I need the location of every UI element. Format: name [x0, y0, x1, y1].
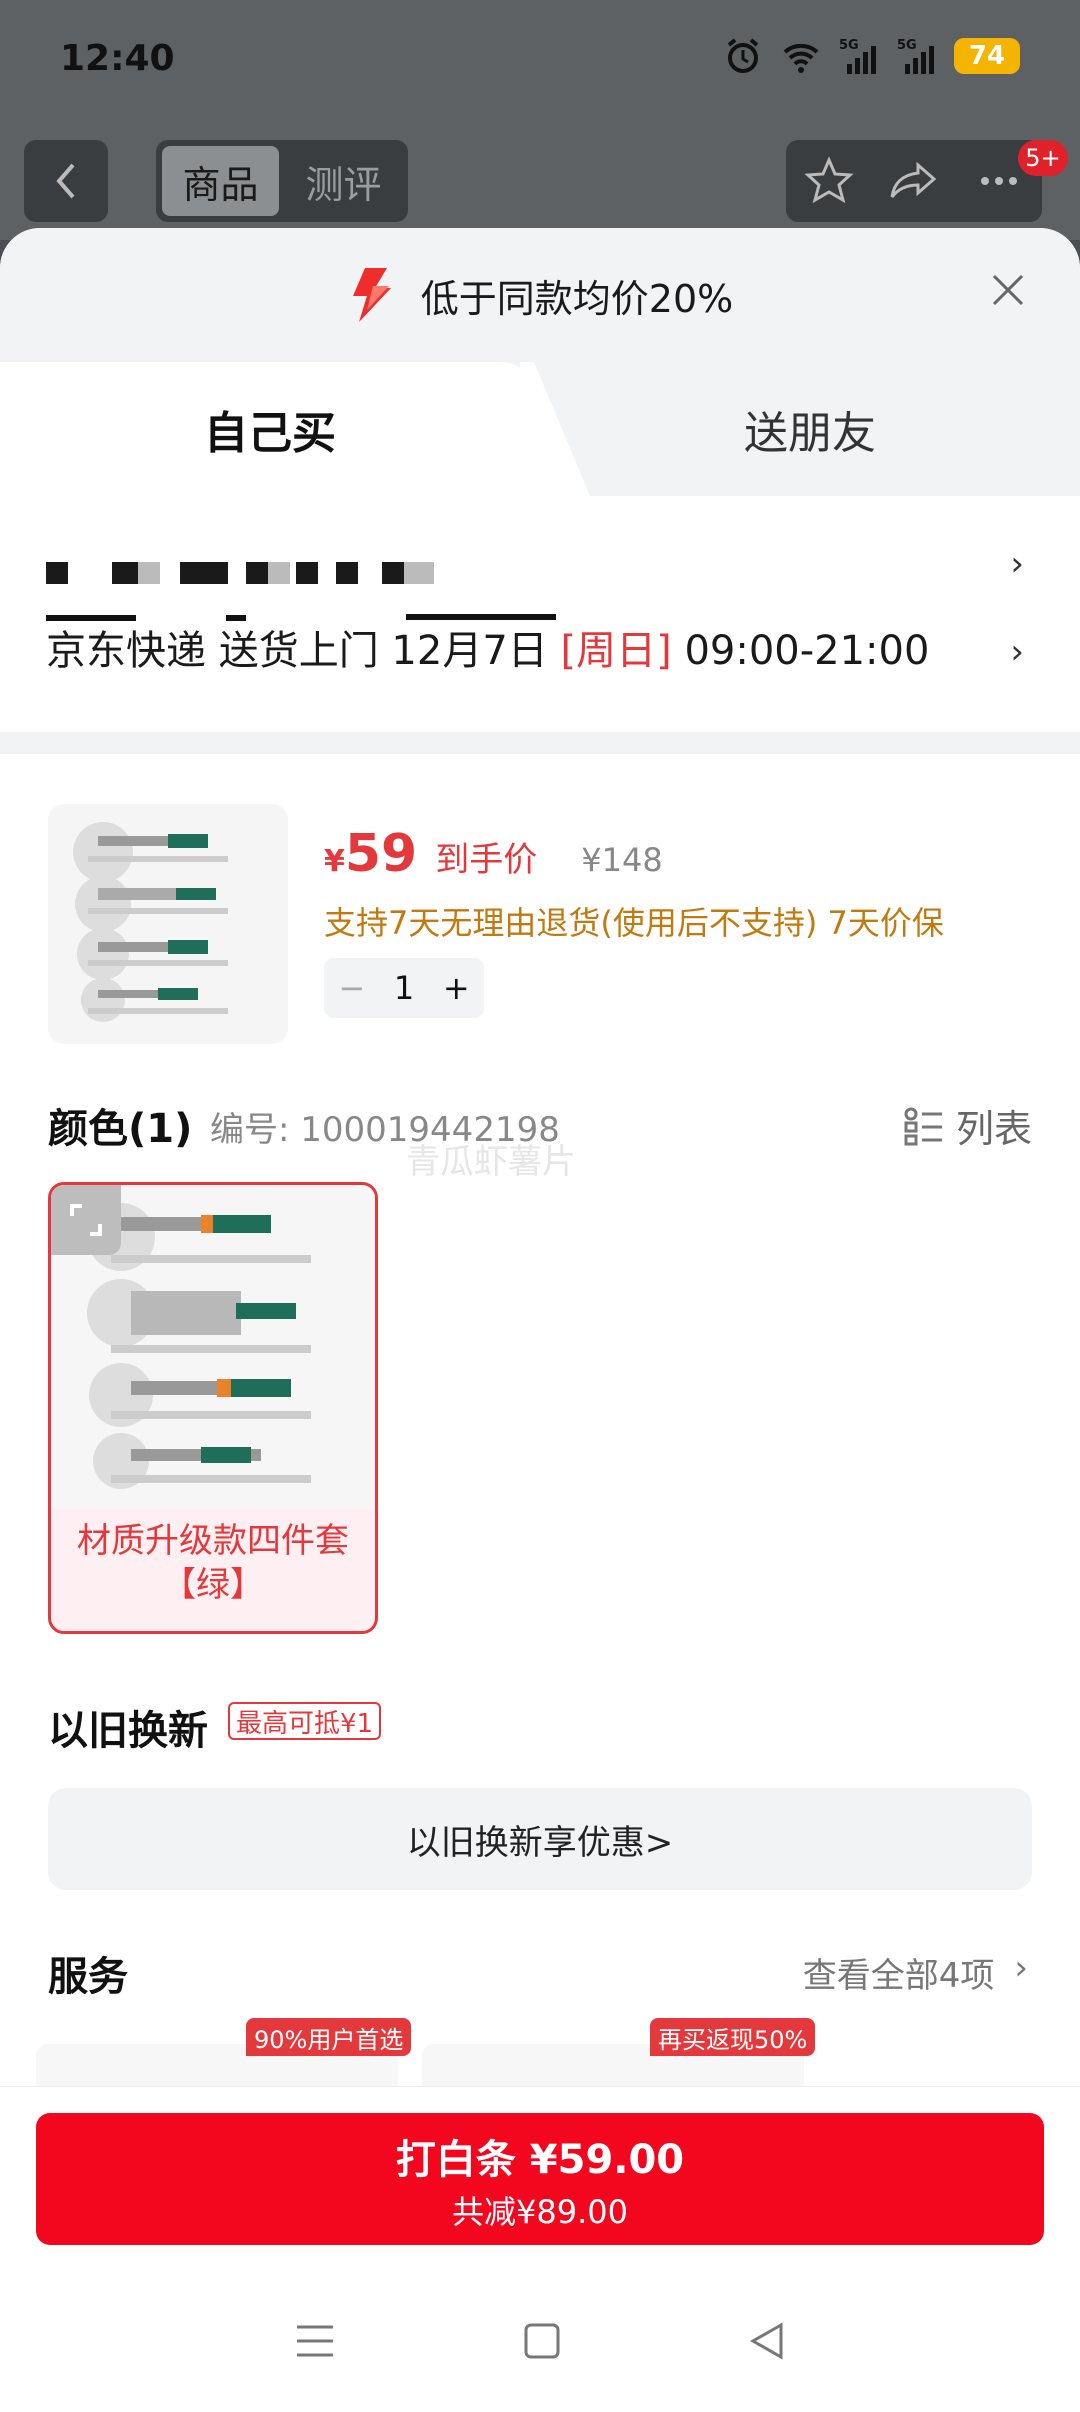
delivery-info: 京东快递 送货上门 12月7日 [周日] 09:00-21:00 [46, 618, 929, 676]
delivery-window: 09:00-21:00 [684, 628, 930, 674]
status-time: 12:40 [60, 38, 175, 79]
svg-text:5G: 5G [839, 38, 859, 53]
list-icon [904, 1107, 942, 1145]
color-option-selected[interactable]: 材质升级款四件套【绿】 [48, 1182, 378, 1634]
wifi-icon [783, 43, 819, 73]
pay-button[interactable]: 打白条 ¥59.00 共减¥89.00 [36, 2113, 1044, 2245]
status-bar: 12:40 5G 5G 74 [0, 0, 1080, 120]
buy-mode-tabs: 自己买 送朋友 [0, 362, 1080, 496]
delivery-day: [周日] [560, 628, 672, 674]
back-triangle-icon[interactable] [747, 2321, 787, 2361]
sheet-header: 低于同款均价20% 自己买 送朋友 [0, 228, 1080, 496]
tab-buy-self[interactable]: 自己买 [0, 362, 540, 496]
home-icon[interactable] [522, 2321, 562, 2361]
delivery-chevron-icon: › [1010, 632, 1024, 672]
alarm-icon [727, 38, 759, 73]
signal-5g-icon: 5G [839, 38, 876, 74]
address-chevron-icon: › [1010, 544, 1024, 584]
delivery-carrier: 京东快递 送货上门 12月7日 [46, 628, 548, 674]
list-view-toggle[interactable]: 列表 [904, 1098, 1032, 1153]
top-actions [786, 140, 1042, 222]
tab-gift-friend[interactable]: 送朋友 [540, 362, 1080, 496]
price-value: ¥59 [324, 824, 418, 884]
menu-icon[interactable] [293, 2321, 337, 2361]
bottom-action-bar: 打白条 ¥59.00 共减¥89.00 [0, 2086, 1080, 2412]
return-policy: 支持7天无理由退货(使用后不支持) 7天价保 [324, 904, 944, 942]
services-title: 服务 [48, 1954, 128, 2000]
view-all-services[interactable]: 查看全部4项 › [803, 1948, 1028, 1997]
tab-goods[interactable]: 商品 [162, 146, 279, 216]
knife-set-image [73, 822, 228, 1022]
address-redacted [46, 552, 446, 590]
increase-button[interactable]: + [443, 969, 470, 1007]
notification-badge: 5+ [1018, 140, 1068, 176]
expand-image-button[interactable] [51, 1185, 121, 1255]
color-section-title: 颜色(1) [48, 1106, 193, 1152]
battery-indicator: 74 [954, 38, 1020, 74]
product-thumbnail[interactable] [48, 804, 288, 1044]
decrease-button[interactable]: − [338, 969, 365, 1007]
chevron-right-icon: › [1014, 1948, 1028, 1988]
tab-review[interactable]: 测评 [285, 146, 402, 216]
expand-icon [70, 1204, 102, 1236]
purchase-sheet: 低于同款均价20% 自己买 送朋友 › 京东快递 送货上门 12月7日 [周日]… [0, 228, 1080, 2412]
color-option-label: 材质升级款四件套【绿】 [77, 1521, 349, 1605]
price-label: 到手价 [435, 840, 538, 880]
promo-text: 低于同款均价20% [420, 276, 734, 321]
address-section[interactable]: › 京东快递 送货上门 12月7日 [周日] 09:00-21:00 › [0, 496, 1080, 726]
close-icon[interactable] [988, 270, 1028, 310]
lightning-icon [352, 268, 391, 322]
signal-5g-icon-2: 5G [897, 38, 934, 74]
quantity-value[interactable]: 1 [394, 969, 414, 1007]
price-row: ¥59 到手价 ¥148 [324, 824, 663, 884]
pay-button-discount: 共减¥89.00 [452, 2193, 628, 2231]
watermark-text: 青瓜虾薯片 [406, 1142, 576, 1182]
back-button[interactable] [24, 140, 108, 222]
view-all-label: 查看全部4项 [802, 1956, 995, 1996]
page-tab-switcher: 商品 测评 [156, 140, 408, 222]
share-icon[interactable] [888, 155, 940, 207]
service-badge: 90%用户首选 [246, 2018, 412, 2056]
system-nav-bar [0, 2301, 1080, 2381]
list-label: 列表 [955, 1107, 1032, 1151]
svg-text:5G: 5G [897, 38, 917, 53]
section-divider [0, 732, 1080, 754]
quantity-stepper: − 1 + [324, 958, 484, 1018]
pay-button-label: 打白条 ¥59.00 [395, 2137, 685, 2183]
more-icon[interactable] [973, 155, 1025, 207]
promo-banner: 低于同款均价20% [0, 266, 1080, 324]
trade-in-button[interactable]: 以旧换新享优惠> [48, 1788, 1032, 1890]
star-icon[interactable] [803, 155, 855, 207]
trade-in-title: 以旧换新 [48, 1708, 208, 1754]
service-badge: 再买返现50% [650, 2018, 816, 2056]
status-icons: 5G 5G 74 [722, 36, 1020, 76]
trade-in-tag: 最高可抵¥1 [228, 1702, 382, 1740]
chevron-left-icon [56, 163, 75, 199]
original-price: ¥148 [581, 841, 663, 879]
